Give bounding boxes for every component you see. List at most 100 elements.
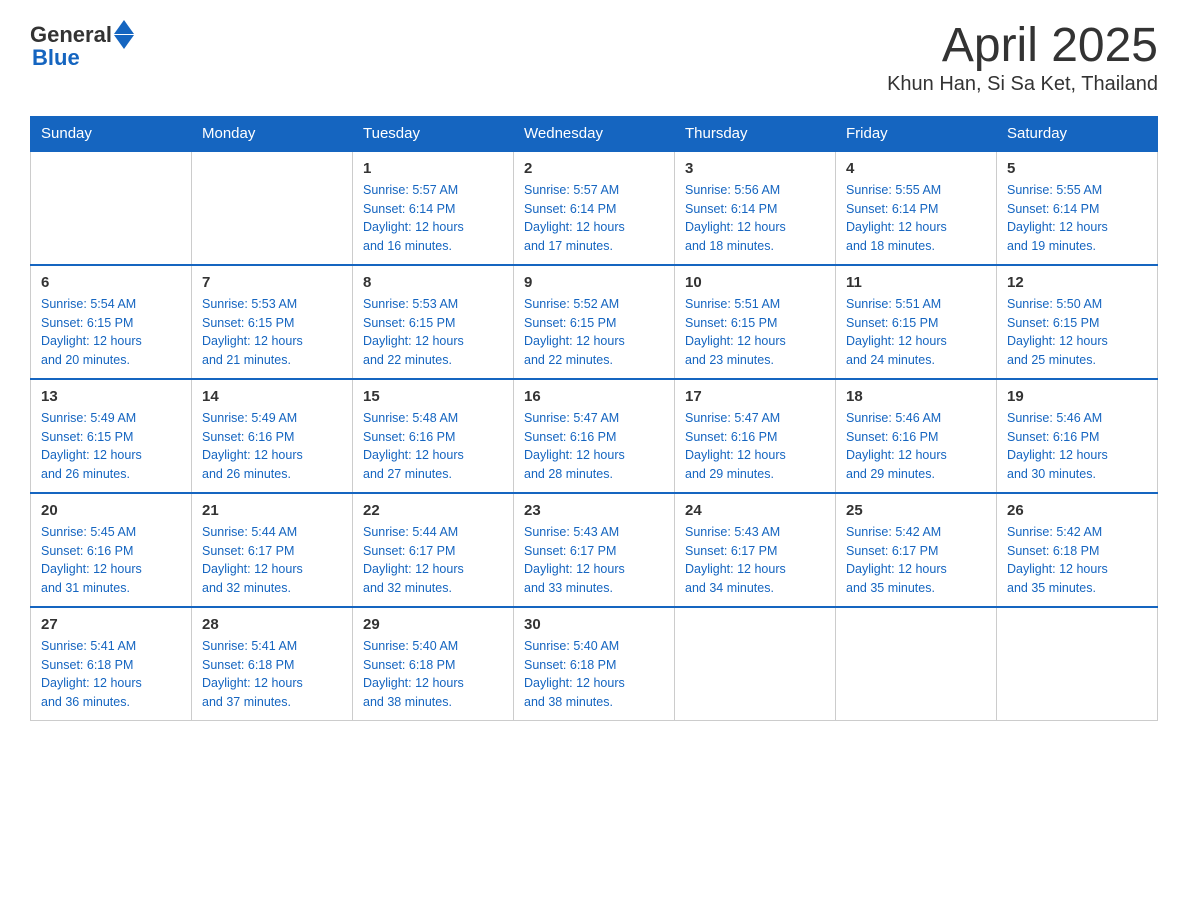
calendar-cell (997, 607, 1158, 721)
calendar-subtitle: Khun Han, Si Sa Ket, Thailand (887, 73, 1158, 96)
logo-triangle-down (114, 35, 134, 49)
day-info: Sunrise: 5:41 AM Sunset: 6:18 PM Dayligh… (41, 637, 181, 712)
day-number: 28 (202, 616, 342, 633)
day-info: Sunrise: 5:53 AM Sunset: 6:15 PM Dayligh… (202, 295, 342, 370)
week-row-3: 13 Sunrise: 5:49 AM Sunset: 6:15 PM Dayli… (31, 379, 1158, 493)
day-info: Sunrise: 5:57 AM Sunset: 6:14 PM Dayligh… (524, 181, 664, 256)
week-row-2: 6 Sunrise: 5:54 AM Sunset: 6:15 PM Daylig… (31, 265, 1158, 379)
day-number: 23 (524, 502, 664, 519)
calendar-cell: 28Sunrise: 5:41 AM Sunset: 6:18 PM Dayli… (192, 607, 353, 721)
calendar-cell: 26Sunrise: 5:42 AM Sunset: 6:18 PM Dayli… (997, 493, 1158, 607)
calendar-cell: 2 Sunrise: 5:57 AM Sunset: 6:14 PM Daylig… (514, 151, 675, 265)
calendar-cell: 22 Sunrise: 5:44 AM Sunset: 6:17 PM Dayli… (353, 493, 514, 607)
calendar-cell: 1 Sunrise: 5:57 AM Sunset: 6:14 PM Daylig… (353, 151, 514, 265)
day-number: 7 (202, 274, 342, 291)
day-info: Sunrise: 5:51 AM Sunset: 6:15 PM Dayligh… (685, 295, 825, 370)
day-info: Sunrise: 5:47 AM Sunset: 6:16 PM Dayligh… (524, 409, 664, 484)
day-info: Sunrise: 5:51 AM Sunset: 6:15 PM Dayligh… (846, 295, 986, 370)
day-info: Sunrise: 5:56 AM Sunset: 6:14 PM Dayligh… (685, 181, 825, 256)
day-number: 11 (846, 274, 986, 291)
calendar-cell: 15 Sunrise: 5:48 AM Sunset: 6:16 PM Dayli… (353, 379, 514, 493)
title-block: April 2025 Khun Han, Si Sa Ket, Thailand (887, 20, 1158, 96)
day-number: 8 (363, 274, 503, 291)
logo: General Blue (30, 20, 134, 71)
day-number: 21 (202, 502, 342, 519)
day-number: 9 (524, 274, 664, 291)
day-number: 18 (846, 388, 986, 405)
day-info: Sunrise: 5:48 AM Sunset: 6:16 PM Dayligh… (363, 409, 503, 484)
day-number: 5 (1007, 160, 1147, 177)
week-row-5: 27 Sunrise: 5:41 AM Sunset: 6:18 PM Dayli… (31, 607, 1158, 721)
day-number: 25 (846, 502, 986, 519)
day-info: Sunrise: 5:47 AM Sunset: 6:16 PM Dayligh… (685, 409, 825, 484)
day-number: 15 (363, 388, 503, 405)
day-number: 14 (202, 388, 342, 405)
day-info: Sunrise: 5:50 AM Sunset: 6:15 PM Dayligh… (1007, 295, 1147, 370)
logo-blue: Blue (32, 45, 80, 71)
day-number: 2 (524, 160, 664, 177)
day-info: Sunrise: 5:44 AM Sunset: 6:17 PM Dayligh… (363, 523, 503, 598)
day-info: Sunrise: 5:52 AM Sunset: 6:15 PM Dayligh… (524, 295, 664, 370)
calendar-cell: 20Sunrise: 5:45 AM Sunset: 6:16 PM Dayli… (31, 493, 192, 607)
week-row-1: 1 Sunrise: 5:57 AM Sunset: 6:14 PM Daylig… (31, 151, 1158, 265)
calendar-cell: 30Sunrise: 5:40 AM Sunset: 6:18 PM Dayli… (514, 607, 675, 721)
day-number: 1 (363, 160, 503, 177)
day-info: Sunrise: 5:46 AM Sunset: 6:16 PM Dayligh… (846, 409, 986, 484)
day-number: 6 (41, 274, 181, 291)
calendar-cell: 5 Sunrise: 5:55 AM Sunset: 6:14 PM Daylig… (997, 151, 1158, 265)
day-number: 16 (524, 388, 664, 405)
page-header: General Blue April 2025 Khun Han, Si Sa … (30, 20, 1158, 96)
day-number: 27 (41, 616, 181, 633)
day-number: 17 (685, 388, 825, 405)
calendar-cell: 4Sunrise: 5:55 AM Sunset: 6:14 PM Daylig… (836, 151, 997, 265)
calendar-cell (31, 151, 192, 265)
calendar-table: SundayMondayTuesdayWednesdayThursdayFrid… (30, 116, 1158, 721)
calendar-cell: 24Sunrise: 5:43 AM Sunset: 6:17 PM Dayli… (675, 493, 836, 607)
day-info: Sunrise: 5:45 AM Sunset: 6:16 PM Dayligh… (41, 523, 181, 598)
day-number: 13 (41, 388, 181, 405)
logo-triangle-up (114, 20, 134, 34)
day-number: 19 (1007, 388, 1147, 405)
calendar-cell: 27 Sunrise: 5:41 AM Sunset: 6:18 PM Dayli… (31, 607, 192, 721)
calendar-cell: 21 Sunrise: 5:44 AM Sunset: 6:17 PM Dayli… (192, 493, 353, 607)
col-header-monday: Monday (192, 116, 353, 151)
day-info: Sunrise: 5:46 AM Sunset: 6:16 PM Dayligh… (1007, 409, 1147, 484)
calendar-cell: 3 Sunrise: 5:56 AM Sunset: 6:14 PM Daylig… (675, 151, 836, 265)
calendar-cell: 19 Sunrise: 5:46 AM Sunset: 6:16 PM Dayli… (997, 379, 1158, 493)
calendar-cell: 8 Sunrise: 5:53 AM Sunset: 6:15 PM Daylig… (353, 265, 514, 379)
day-info: Sunrise: 5:40 AM Sunset: 6:18 PM Dayligh… (363, 637, 503, 712)
day-info: Sunrise: 5:49 AM Sunset: 6:15 PM Dayligh… (41, 409, 181, 484)
calendar-header-row: SundayMondayTuesdayWednesdayThursdayFrid… (31, 116, 1158, 151)
calendar-cell: 29 Sunrise: 5:40 AM Sunset: 6:18 PM Dayli… (353, 607, 514, 721)
day-info: Sunrise: 5:55 AM Sunset: 6:14 PM Dayligh… (846, 181, 986, 256)
day-info: Sunrise: 5:49 AM Sunset: 6:16 PM Dayligh… (202, 409, 342, 484)
day-number: 12 (1007, 274, 1147, 291)
calendar-cell: 25Sunrise: 5:42 AM Sunset: 6:17 PM Dayli… (836, 493, 997, 607)
calendar-cell: 18 Sunrise: 5:46 AM Sunset: 6:16 PM Dayli… (836, 379, 997, 493)
day-number: 29 (363, 616, 503, 633)
calendar-cell: 6 Sunrise: 5:54 AM Sunset: 6:15 PM Daylig… (31, 265, 192, 379)
day-info: Sunrise: 5:54 AM Sunset: 6:15 PM Dayligh… (41, 295, 181, 370)
calendar-title: April 2025 (887, 20, 1158, 73)
calendar-cell (836, 607, 997, 721)
day-info: Sunrise: 5:43 AM Sunset: 6:17 PM Dayligh… (524, 523, 664, 598)
col-header-tuesday: Tuesday (353, 116, 514, 151)
calendar-cell: 16 Sunrise: 5:47 AM Sunset: 6:16 PM Dayli… (514, 379, 675, 493)
calendar-cell: 23 Sunrise: 5:43 AM Sunset: 6:17 PM Dayli… (514, 493, 675, 607)
calendar-cell: 17 Sunrise: 5:47 AM Sunset: 6:16 PM Dayli… (675, 379, 836, 493)
day-info: Sunrise: 5:57 AM Sunset: 6:14 PM Dayligh… (363, 181, 503, 256)
col-header-saturday: Saturday (997, 116, 1158, 151)
calendar-cell: 13 Sunrise: 5:49 AM Sunset: 6:15 PM Dayli… (31, 379, 192, 493)
week-row-4: 20Sunrise: 5:45 AM Sunset: 6:16 PM Dayli… (31, 493, 1158, 607)
calendar-cell (192, 151, 353, 265)
day-info: Sunrise: 5:53 AM Sunset: 6:15 PM Dayligh… (363, 295, 503, 370)
calendar-cell: 7 Sunrise: 5:53 AM Sunset: 6:15 PM Daylig… (192, 265, 353, 379)
day-number: 3 (685, 160, 825, 177)
col-header-thursday: Thursday (675, 116, 836, 151)
day-info: Sunrise: 5:55 AM Sunset: 6:14 PM Dayligh… (1007, 181, 1147, 256)
day-number: 22 (363, 502, 503, 519)
calendar-cell: 12 Sunrise: 5:50 AM Sunset: 6:15 PM Dayli… (997, 265, 1158, 379)
day-info: Sunrise: 5:44 AM Sunset: 6:17 PM Dayligh… (202, 523, 342, 598)
col-header-wednesday: Wednesday (514, 116, 675, 151)
day-number: 26 (1007, 502, 1147, 519)
